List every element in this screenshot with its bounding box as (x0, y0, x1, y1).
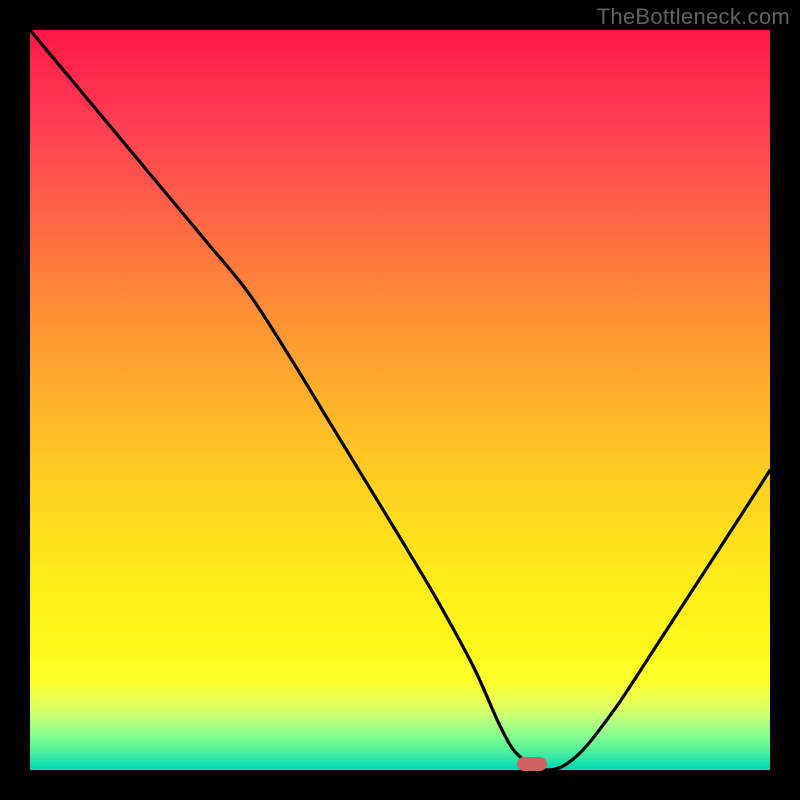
watermark-text: TheBottleneck.com (597, 4, 790, 30)
bottleneck-curve (30, 30, 770, 770)
plot-area (30, 30, 770, 770)
optimum-marker (517, 757, 547, 771)
chart-frame: TheBottleneck.com (0, 0, 800, 800)
curve-svg (30, 30, 770, 770)
